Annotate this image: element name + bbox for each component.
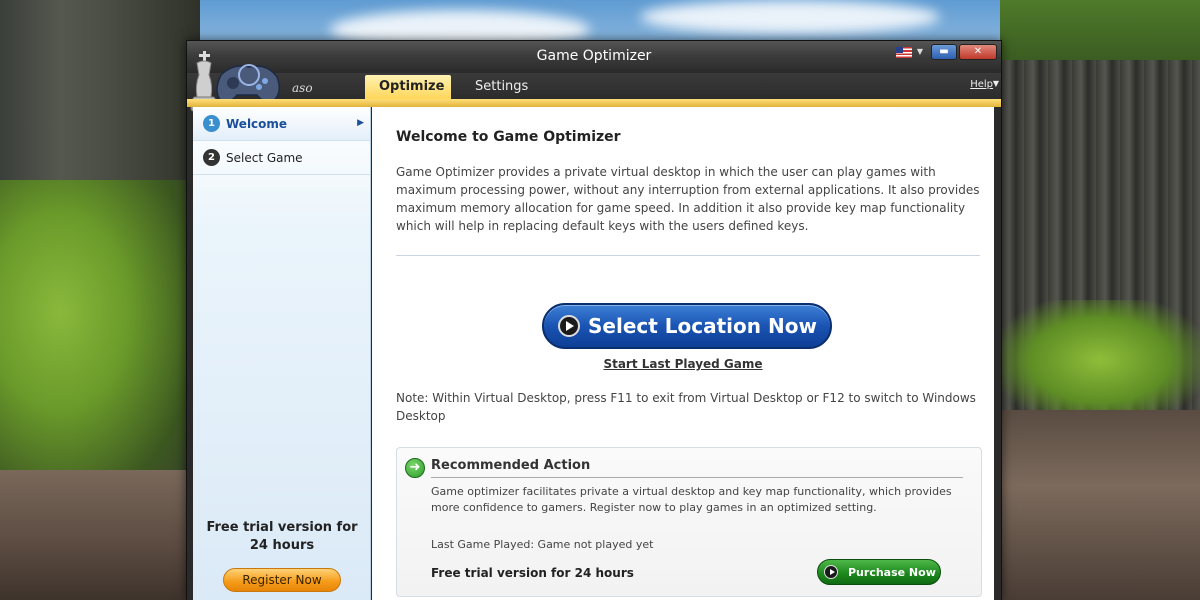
main-content: Welcome to Game Optimizer Game Optimizer… — [372, 107, 994, 600]
us-flag-icon[interactable] — [895, 46, 912, 58]
trial-line-1: Free trial version for — [206, 520, 358, 535]
recommended-action-panel: ➜ Recommended Action Game optimizer faci… — [396, 447, 982, 597]
recommended-action-title: Recommended Action — [431, 458, 591, 473]
window-controls: ▼ ▬ ✕ — [895, 43, 997, 61]
wallpaper-vegetation-right-top — [1000, 0, 1200, 60]
close-icon: ✕ — [973, 46, 983, 57]
wallpaper-cloud — [640, 0, 940, 34]
divider — [396, 255, 980, 256]
trial-info: Free trial version for 24 hours — [193, 519, 371, 555]
trial-line-2: 24 hours — [249, 538, 315, 553]
arrow-right-circle-icon: ➜ — [405, 458, 425, 478]
wallpaper-vegetation-right — [1000, 300, 1200, 420]
purchase-now-label: Purchase Now — [848, 565, 936, 579]
recommended-action-description: Game optimizer facilitates private a vir… — [431, 485, 952, 514]
tab-settings[interactable]: Settings — [461, 75, 542, 99]
app-window: Game Optimizer ▼ ▬ ✕ aso Optimize Settin… — [186, 40, 1002, 600]
logo-text: aso — [292, 81, 313, 95]
step-number-badge: 1 — [203, 115, 220, 132]
sidebar-item-welcome[interactable]: 1 Welcome ▶ — [193, 107, 370, 141]
wallpaper-rocks-left — [0, 470, 200, 600]
sidebar-item-label: Select Game — [226, 150, 303, 165]
help-dropdown-icon[interactable]: ▼ — [993, 79, 999, 88]
language-dropdown-icon[interactable]: ▼ — [917, 43, 923, 61]
step-number-badge: 2 — [203, 149, 220, 166]
tab-bar: aso Optimize Settings Help ▼ — [187, 51, 1001, 112]
welcome-description: Game Optimizer provides a private virtua… — [396, 165, 980, 233]
play-icon — [558, 315, 580, 337]
header-accent-line — [187, 99, 1001, 107]
sidebar-item-select-game[interactable]: 2 Select Game — [193, 141, 370, 175]
chevron-right-icon: ▶ — [357, 118, 364, 128]
sidebar: 1 Welcome ▶ 2 Select Game Free trial ver… — [193, 107, 371, 600]
page-title: Welcome to Game Optimizer — [396, 129, 621, 145]
sidebar-item-label: Welcome — [226, 116, 288, 131]
help-menu[interactable]: Help — [970, 79, 993, 90]
minimize-icon: ▬ — [939, 46, 949, 57]
close-button[interactable]: ✕ — [959, 44, 997, 60]
minimize-button[interactable]: ▬ — [931, 44, 957, 60]
register-now-button[interactable]: Register Now — [223, 568, 341, 592]
wallpaper-rocks-right — [1000, 410, 1200, 600]
last-game-played: Last Game Played: Game not played yet — [431, 538, 654, 551]
select-location-button[interactable]: Select Location Now — [542, 303, 832, 349]
virtual-desktop-note: Note: Within Virtual Desktop, press F11 … — [396, 391, 976, 423]
purchase-now-button[interactable]: Purchase Now — [817, 559, 941, 585]
start-last-played-link[interactable]: Start Last Played Game — [372, 357, 994, 371]
tab-optimize[interactable]: Optimize — [365, 75, 451, 99]
select-location-label: Select Location Now — [588, 314, 817, 338]
play-icon — [824, 565, 838, 579]
divider — [431, 477, 963, 478]
trial-notice: Free trial version for 24 hours — [431, 566, 634, 580]
wallpaper-vegetation-left — [0, 180, 200, 510]
window-title: Game Optimizer — [536, 48, 652, 64]
